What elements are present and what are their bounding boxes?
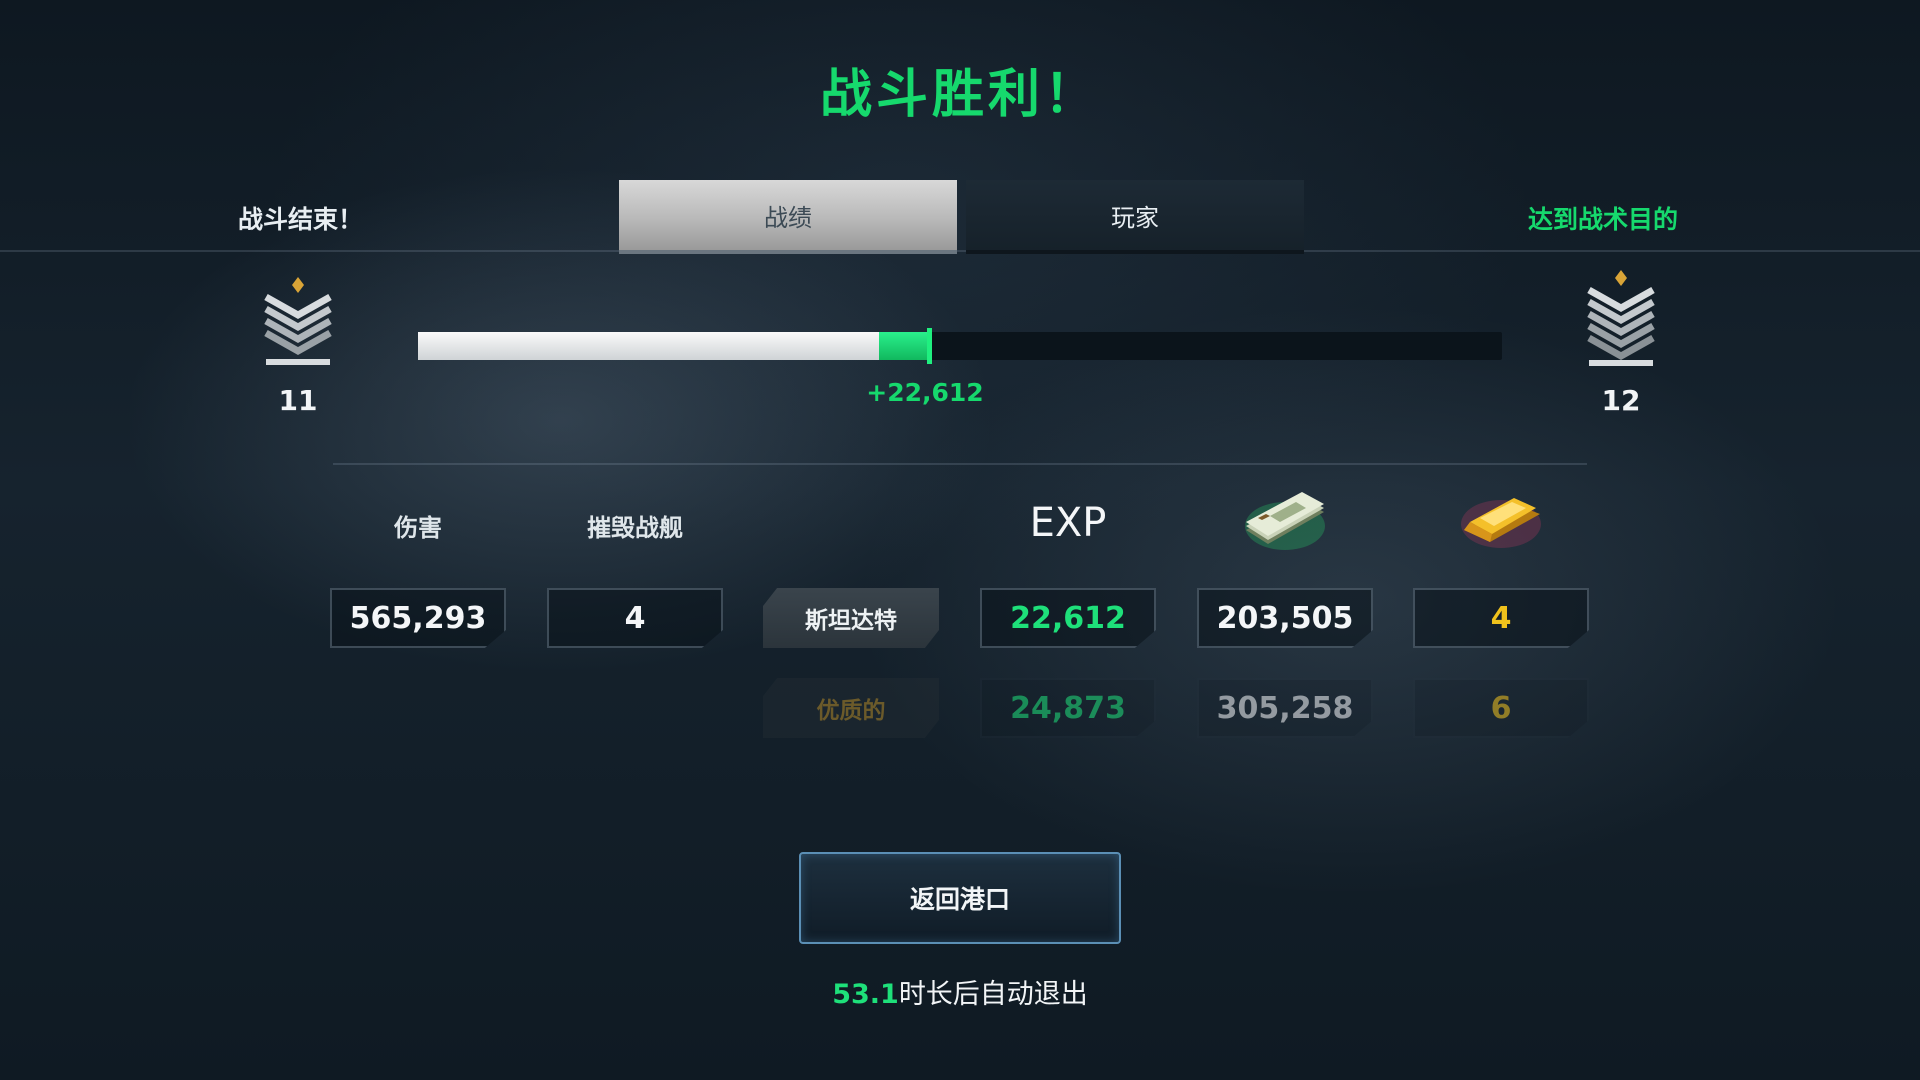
gained-experience-fill: [879, 332, 930, 360]
standard-credits-value: 203,505: [1197, 588, 1373, 648]
countdown-text: 时长后自动退出: [898, 979, 1088, 1010]
header-divider: [0, 250, 1920, 252]
current-rank-icon: [262, 275, 334, 371]
next-rank-number: 12: [1601, 384, 1641, 417]
premium-exp-value: 24,873: [980, 678, 1156, 738]
kills-header: 摧毁战舰: [587, 514, 683, 542]
objective-achieved-label: 达到战术目的: [1528, 205, 1679, 234]
damage-value: 565,293: [330, 588, 506, 648]
kills-value: 4: [547, 588, 723, 648]
current-rank-number: 11: [278, 384, 318, 417]
cash-icon: [1240, 490, 1330, 560]
previous-experience-fill: [418, 332, 879, 360]
next-rank-icon: [1585, 268, 1657, 372]
battle-end-label: 战斗结束！: [238, 205, 364, 234]
tab-results[interactable]: 战绩: [619, 180, 957, 254]
premium-credits-value: 305,258: [1197, 678, 1373, 738]
exp-header: EXP: [1029, 500, 1107, 546]
return-to-port-button[interactable]: 返回港口: [799, 852, 1121, 944]
gold-bar-icon: [1456, 490, 1546, 560]
damage-header: 伤害: [394, 514, 442, 542]
stats-divider: [333, 463, 1587, 465]
premium-gold-value: 6: [1413, 678, 1589, 738]
experience-gain-text: +22,612: [866, 378, 984, 407]
progress-marker: [927, 328, 932, 364]
tab-players[interactable]: 玩家: [966, 180, 1304, 254]
experience-progress-bar: [418, 328, 1502, 364]
standard-gold-value: 4: [1413, 588, 1589, 648]
standard-exp-value: 22,612: [980, 588, 1156, 648]
victory-title: 战斗胜利！: [819, 65, 1100, 125]
premium-reward-label: 优质的: [763, 678, 939, 738]
countdown-seconds: 53.1: [832, 979, 899, 1010]
auto-exit-countdown: 53.1时长后自动退出: [0, 972, 1920, 1011]
standard-reward-label: 斯坦达特: [763, 588, 939, 648]
